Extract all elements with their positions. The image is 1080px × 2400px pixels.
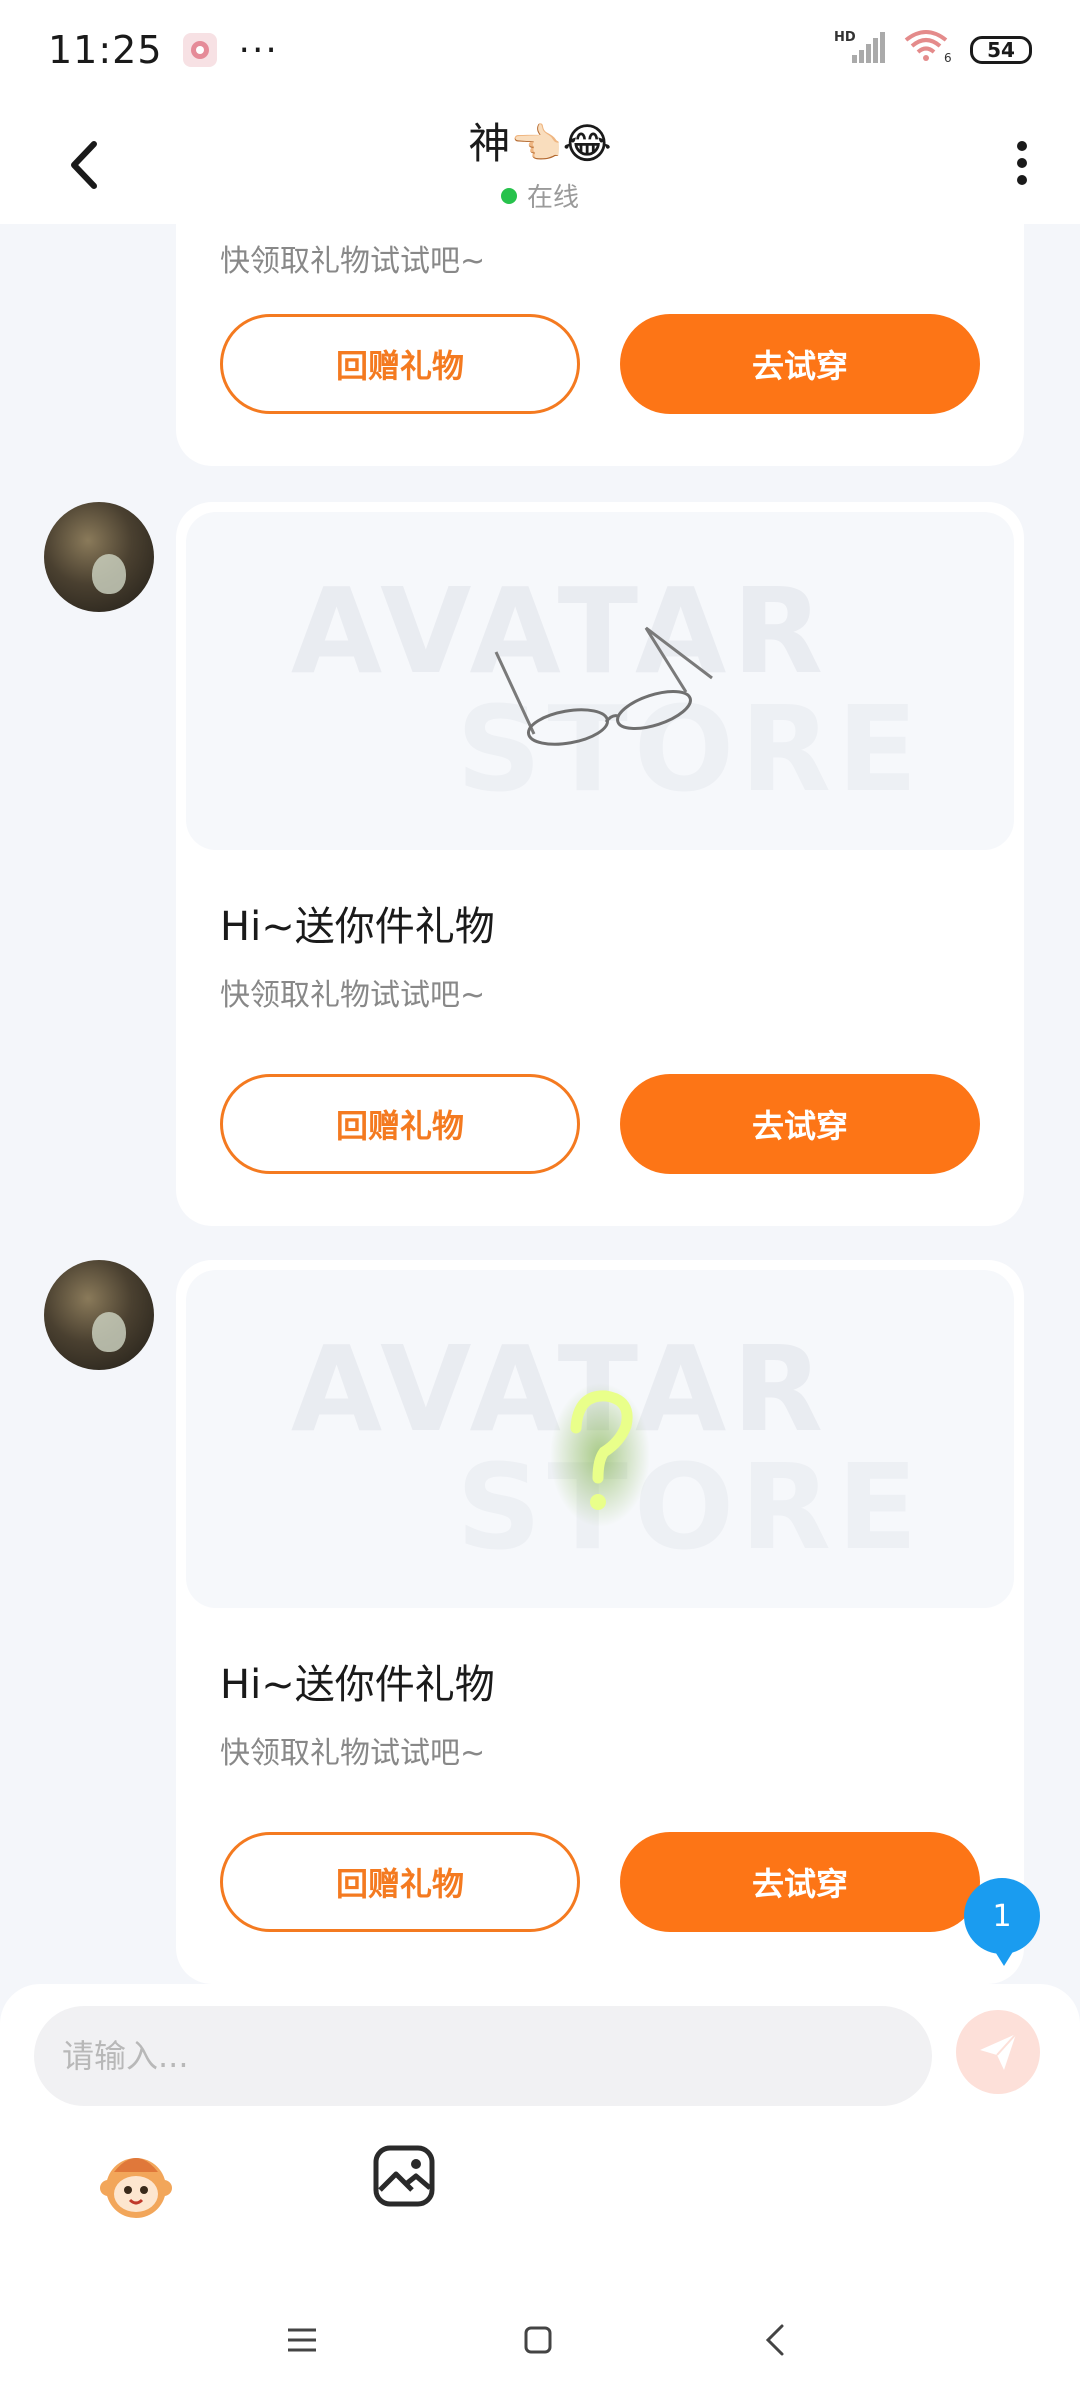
send-button[interactable] [956, 2010, 1040, 2094]
svg-text:6: 6 [944, 51, 952, 64]
try-on-button[interactable]: 去试穿 [620, 1074, 980, 1174]
mascot-emoji-button[interactable] [96, 2144, 176, 2224]
network-type-label: HD [834, 30, 856, 45]
gift-card-title: Hi~送你件礼物 [220, 1662, 495, 1708]
nav-home-button[interactable] [508, 2310, 568, 2370]
chat-screen: 11:25 ··· HD 6 54 神👈🏻😂 在线 快领取礼物试试吧~ 回赠礼物… [0, 0, 1080, 2400]
header-title-area: 神👈🏻😂 在线 [0, 110, 1080, 214]
mascot-icon [100, 2158, 172, 2218]
menu-icon [288, 2328, 316, 2352]
sender-avatar[interactable] [44, 502, 154, 612]
gift-card-subtitle: 快领取礼物试试吧~ [220, 978, 486, 1013]
question-mark-icon [550, 1383, 650, 1527]
input-panel [0, 1984, 1080, 2400]
battery-indicator: 54 [970, 36, 1032, 64]
glasses-icon [494, 626, 713, 746]
wifi-icon: 6 [902, 28, 954, 73]
nav-back-button[interactable] [746, 2310, 806, 2370]
image-picker-button[interactable] [372, 2144, 436, 2208]
return-gift-button[interactable]: 回赠礼物 [220, 1832, 580, 1932]
gift-card-subtitle: 快领取礼物试试吧~ [220, 1736, 486, 1771]
try-on-button[interactable]: 去试穿 [620, 1832, 980, 1932]
gift-card: AVATAR STORE Hi~送你件礼物 快领取礼物试试吧~ 回赠礼物 去试穿 [176, 502, 1024, 1226]
online-status: 在线 [0, 177, 1080, 214]
contact-name: 神👈🏻😂 [468, 119, 612, 168]
home-square-icon [524, 2326, 552, 2354]
try-on-button[interactable]: 去试穿 [620, 314, 980, 414]
chat-message-list[interactable]: 快领取礼物试试吧~ 回赠礼物 去试穿 AVATAR STORE Hi~送你件礼物… [0, 224, 1080, 1984]
system-nav-bar [0, 2280, 1080, 2400]
sender-avatar[interactable] [44, 1260, 154, 1370]
gift-card-subtitle: 快领取礼物试试吧~ [220, 244, 486, 279]
more-options-button[interactable] [1004, 128, 1040, 198]
status-indicators: HD 6 54 [834, 28, 1032, 73]
nav-menu-button[interactable] [272, 2310, 332, 2370]
gift-preview[interactable]: AVATAR STORE [186, 512, 1014, 850]
more-vertical-icon [1017, 141, 1027, 185]
gift-card: 快领取礼物试试吧~ 回赠礼物 去试穿 [176, 224, 1024, 466]
status-bar: 11:25 ··· HD 6 54 [0, 0, 1080, 100]
more-notifications-icon: ··· [238, 29, 279, 71]
chevron-left-icon [765, 2324, 784, 2356]
unread-count-badge[interactable]: 1 [964, 1878, 1040, 1966]
image-icon [373, 2145, 435, 2207]
online-status-label: 在线 [526, 183, 579, 213]
gift-preview[interactable]: AVATAR STORE [186, 1270, 1014, 1608]
gift-card-title: Hi~送你件礼物 [220, 904, 495, 950]
gift-card: AVATAR STORE Hi~送你件礼物 快领取礼物试试吧~ 回赠礼物 去试穿 [176, 1260, 1024, 1984]
send-icon [980, 2033, 1017, 2070]
status-time: 11:25 [48, 28, 163, 72]
chat-header: 神👈🏻😂 在线 [0, 100, 1080, 224]
online-dot-icon [500, 187, 517, 204]
message-input[interactable] [34, 2006, 932, 2106]
signal-icon: HD [834, 29, 886, 72]
return-gift-button[interactable]: 回赠礼物 [220, 314, 580, 414]
notification-app-icon [182, 33, 217, 67]
return-gift-button[interactable]: 回赠礼物 [220, 1074, 580, 1174]
